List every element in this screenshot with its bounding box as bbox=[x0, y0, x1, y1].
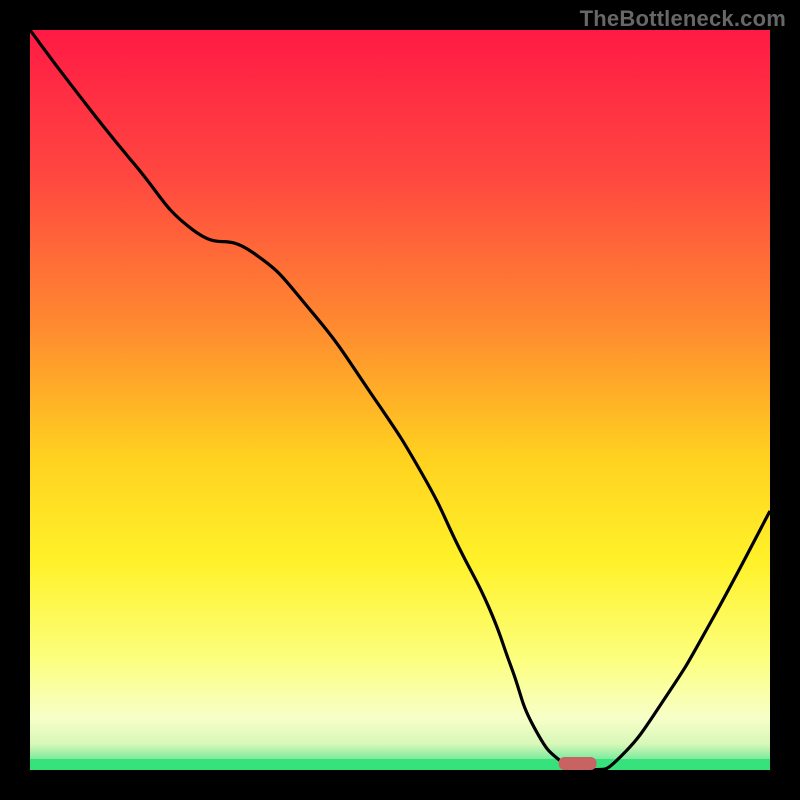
watermark-label: TheBottleneck.com bbox=[580, 6, 786, 32]
bottleneck-chart bbox=[30, 30, 770, 770]
plot-area bbox=[30, 30, 770, 770]
bottom-stripe bbox=[30, 759, 770, 770]
chart-outer: TheBottleneck.com bbox=[0, 0, 800, 800]
optimum-marker bbox=[559, 757, 597, 770]
gradient-background bbox=[30, 30, 770, 770]
